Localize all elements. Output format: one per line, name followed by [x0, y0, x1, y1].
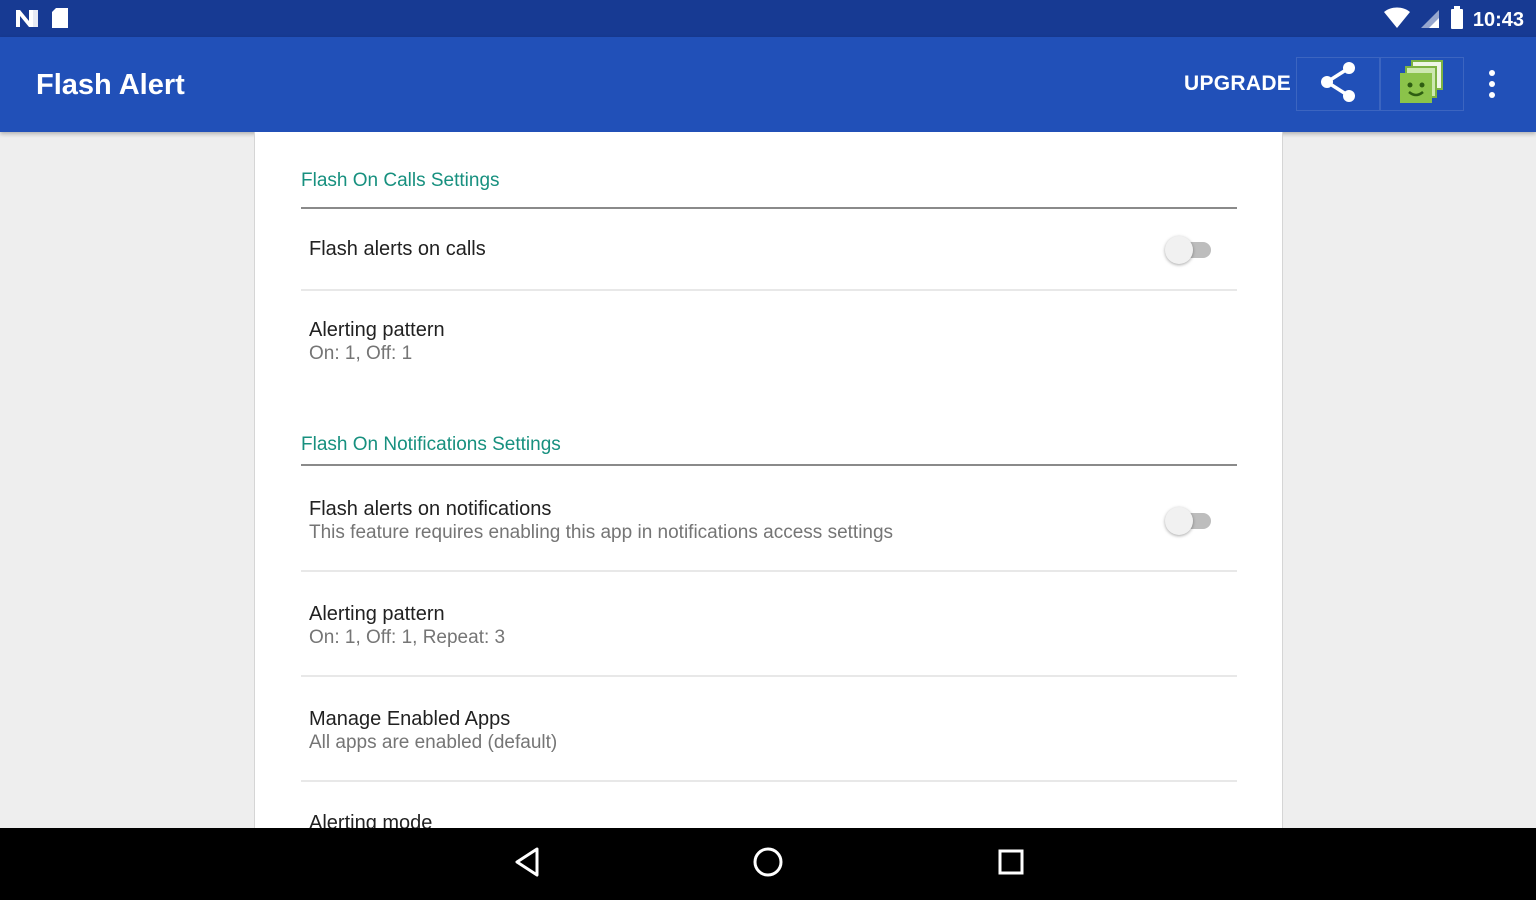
back-button[interactable]: [507, 846, 547, 882]
setting-flash-alerts-notifications[interactable]: Flash alerts on notifications This featu…: [309, 497, 1189, 545]
section-header-calls: Flash On Calls Settings: [301, 170, 500, 191]
setting-subtitle: All apps are enabled (default): [309, 732, 558, 753]
setting-title: Alerting pattern: [309, 603, 445, 625]
setting-title: Flash alerts on calls: [309, 238, 486, 260]
app-bar: Flash Alert UPGRADE: [0, 37, 1536, 132]
setting-subtitle: On: 1, Off: 1, Repeat: 3: [309, 627, 506, 648]
share-button[interactable]: [1296, 57, 1380, 111]
setting-title: Flash alerts on notifications: [309, 498, 552, 520]
settings-card: Flash On Calls Settings Flash alerts on …: [254, 132, 1283, 828]
setting-title: Alerting pattern: [309, 319, 445, 341]
flash-calls-switch[interactable]: [1165, 234, 1213, 264]
promo-app-icon: [1398, 59, 1446, 110]
battery-icon: [1449, 5, 1465, 36]
promo-app-button[interactable]: [1380, 57, 1464, 111]
home-icon: [751, 845, 785, 884]
app-title: Flash Alert: [36, 69, 185, 101]
section-divider: [301, 464, 1237, 466]
navigation-bar: [0, 828, 1536, 900]
section-divider: [301, 207, 1237, 209]
home-button[interactable]: [748, 846, 788, 882]
recents-button[interactable]: [991, 846, 1031, 882]
setting-title: Alerting mode: [309, 812, 433, 828]
wifi-icon: [1383, 6, 1411, 35]
share-icon: [1317, 60, 1359, 109]
status-time: 10:43: [1472, 9, 1524, 31]
setting-alerting-mode[interactable]: Alerting mode: [309, 811, 1189, 828]
setting-manage-enabled-apps[interactable]: Manage Enabled Apps All apps are enabled…: [309, 707, 1189, 755]
row-divider: [301, 570, 1237, 572]
row-divider: [301, 780, 1237, 782]
row-divider: [301, 675, 1237, 677]
more-options-button[interactable]: [1478, 67, 1506, 105]
setting-subtitle: On: 1, Off: 1: [309, 343, 413, 364]
sd-card-icon: [50, 6, 70, 35]
setting-subtitle: This feature requires enabling this app …: [309, 522, 894, 543]
upgrade-button[interactable]: UPGRADE: [1184, 72, 1291, 96]
more-vert-icon: [1487, 69, 1497, 104]
setting-flash-alerts-calls[interactable]: Flash alerts on calls: [309, 237, 1189, 261]
status-bar: 10:43: [0, 0, 1536, 37]
flash-notifications-switch[interactable]: [1165, 505, 1213, 535]
setting-title: Manage Enabled Apps: [309, 708, 511, 730]
n-notification-icon: [14, 7, 40, 34]
back-icon: [512, 846, 542, 883]
cell-signal-icon: [1419, 6, 1441, 35]
setting-calls-alerting-pattern[interactable]: Alerting pattern On: 1, Off: 1: [309, 318, 1189, 366]
setting-notifications-alerting-pattern[interactable]: Alerting pattern On: 1, Off: 1, Repeat: …: [309, 602, 1189, 650]
section-header-notifications: Flash On Notifications Settings: [301, 434, 561, 455]
recents-icon: [996, 847, 1026, 882]
switch-thumb: [1165, 236, 1193, 264]
switch-thumb: [1165, 507, 1193, 535]
row-divider: [301, 289, 1237, 291]
